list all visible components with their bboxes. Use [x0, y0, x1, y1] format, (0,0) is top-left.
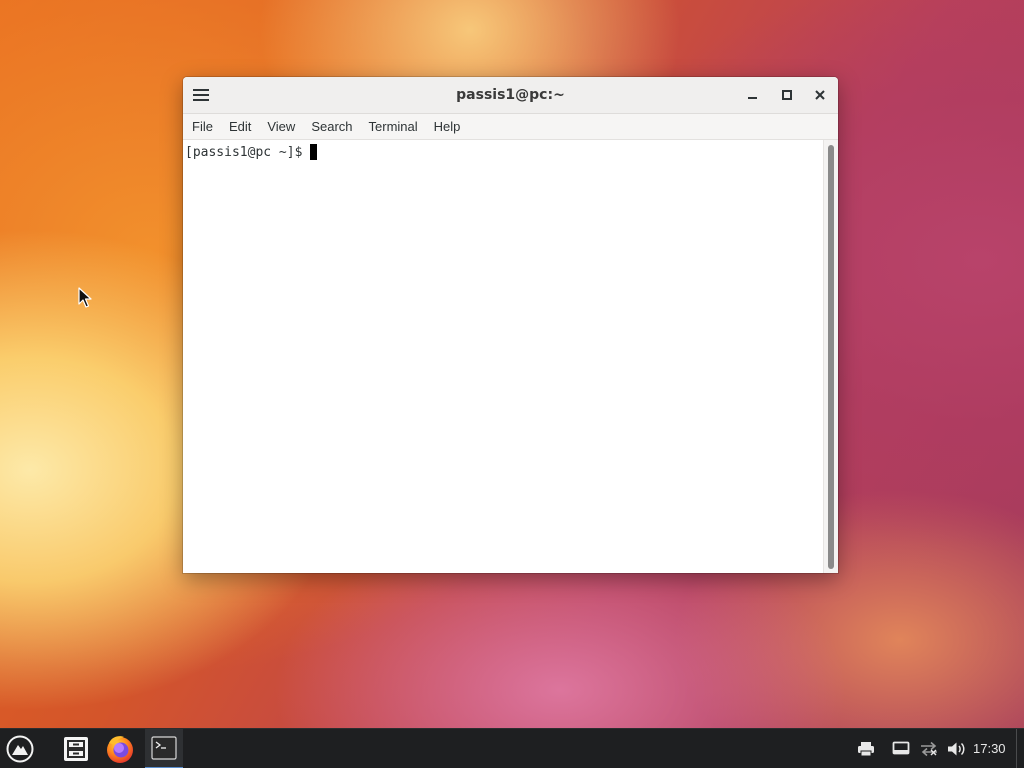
- display-icon[interactable]: [890, 729, 912, 768]
- taskbar: 17:30: [0, 728, 1024, 768]
- menu-search[interactable]: Search: [303, 116, 360, 137]
- maximize-button[interactable]: [778, 86, 796, 104]
- volume-icon[interactable]: [946, 729, 968, 768]
- start-menu-button[interactable]: [0, 729, 40, 768]
- minimize-button[interactable]: [744, 86, 762, 104]
- menu-terminal[interactable]: Terminal: [361, 116, 426, 137]
- prompt-line: [passis1@pc ~]$: [185, 144, 318, 160]
- scrollbar-thumb[interactable]: [828, 145, 834, 569]
- firefox-button[interactable]: [100, 729, 140, 768]
- firefox-icon: [107, 736, 133, 763]
- terminal-taskbar-button[interactable]: [145, 729, 183, 768]
- menu-edit[interactable]: Edit: [221, 116, 259, 137]
- desktop[interactable]: passis1@pc:~ File Edit View Search Termi…: [0, 0, 1024, 768]
- mouse-pointer-icon: [78, 287, 92, 308]
- show-desktop-button[interactable]: [1016, 729, 1024, 768]
- printer-icon[interactable]: [855, 729, 877, 768]
- shell-prompt: [passis1@pc ~]$: [185, 144, 303, 160]
- network-icon[interactable]: [918, 729, 940, 768]
- file-cabinet-icon: [64, 737, 88, 761]
- close-button[interactable]: [811, 86, 829, 104]
- clock[interactable]: 17:30: [973, 741, 1006, 756]
- text-cursor: [310, 144, 318, 160]
- terminal-window[interactable]: passis1@pc:~ File Edit View Search Termi…: [183, 77, 838, 573]
- menu-bar: File Edit View Search Terminal Help: [183, 114, 838, 140]
- scrollbar[interactable]: [823, 140, 838, 573]
- title-bar[interactable]: passis1@pc:~: [183, 77, 838, 114]
- window-title: passis1@pc:~: [456, 87, 565, 103]
- close-icon: [815, 90, 825, 100]
- terminal-output-area[interactable]: [passis1@pc ~]$: [183, 140, 838, 573]
- terminal-icon: [151, 736, 177, 760]
- file-manager-button[interactable]: [56, 729, 96, 768]
- menu-file[interactable]: File: [184, 116, 221, 137]
- menu-view[interactable]: View: [259, 116, 303, 137]
- distro-logo-icon: [6, 735, 34, 763]
- menu-help[interactable]: Help: [426, 116, 469, 137]
